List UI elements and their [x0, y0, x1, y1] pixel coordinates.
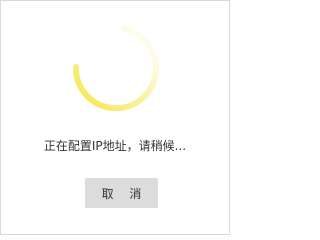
cancel-button[interactable]: 取 消	[85, 178, 158, 208]
status-message: 正在配置IP地址，请稍候...	[43, 139, 187, 153]
loading-dialog: 正在配置IP地址，请稍候... 取 消	[0, 0, 230, 235]
loading-spinner-icon	[72, 26, 159, 112]
